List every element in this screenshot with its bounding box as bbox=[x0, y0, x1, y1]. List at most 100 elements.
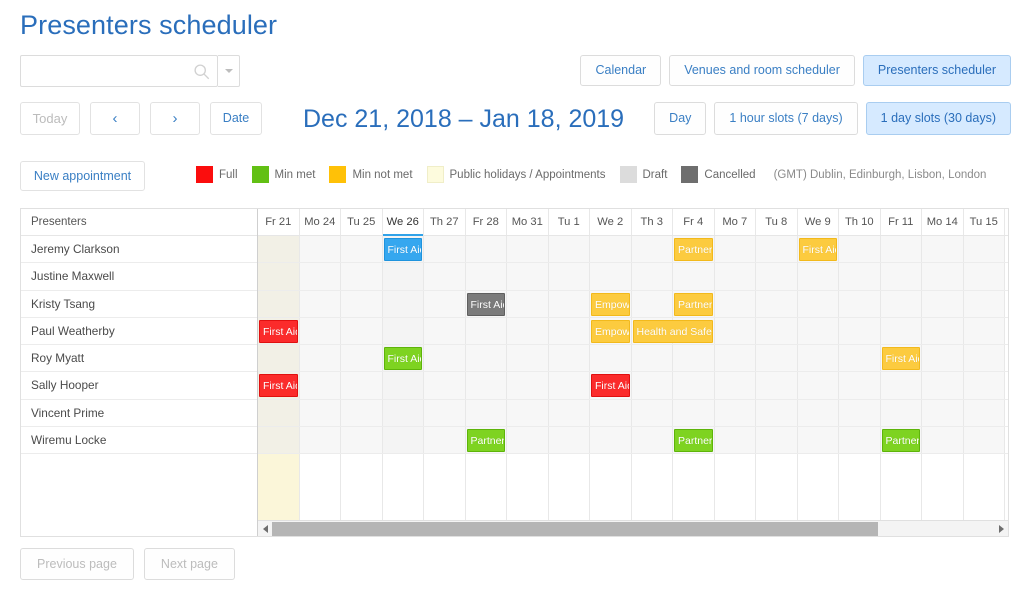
schedule-cell[interactable] bbox=[299, 290, 341, 317]
schedule-cell[interactable] bbox=[839, 427, 881, 454]
schedule-cell[interactable] bbox=[299, 263, 341, 290]
schedule-cell[interactable] bbox=[880, 399, 922, 427]
schedule-cell[interactable] bbox=[548, 236, 590, 263]
schedule-cell[interactable] bbox=[673, 345, 715, 372]
schedule-cell[interactable] bbox=[922, 236, 964, 263]
scrollbar-thumb[interactable] bbox=[272, 521, 879, 536]
appointment-block[interactable]: Partner bbox=[466, 429, 505, 453]
schedule-cell[interactable] bbox=[797, 372, 839, 399]
schedule-cell[interactable] bbox=[382, 372, 424, 399]
schedule-cell[interactable] bbox=[756, 427, 798, 454]
schedule-cell[interactable] bbox=[756, 372, 798, 399]
day-header-fr-28[interactable]: Fr 28 bbox=[466, 209, 507, 235]
schedule-cell[interactable] bbox=[590, 345, 632, 372]
schedule-cell[interactable] bbox=[797, 290, 839, 317]
schedule-cell[interactable] bbox=[548, 290, 590, 317]
schedule-cell[interactable] bbox=[963, 427, 1005, 454]
schedule-cell[interactable] bbox=[424, 372, 466, 399]
schedule-cell[interactable] bbox=[341, 427, 383, 454]
schedule-cell[interactable] bbox=[507, 399, 549, 427]
schedule-cell[interactable] bbox=[839, 290, 881, 317]
schedule-cell[interactable] bbox=[880, 263, 922, 290]
schedule-cell[interactable] bbox=[756, 236, 798, 263]
schedule-cell[interactable] bbox=[756, 263, 798, 290]
schedule-cell[interactable] bbox=[341, 263, 383, 290]
appointment-block[interactable]: Partner bbox=[881, 429, 920, 453]
schedule-cell[interactable] bbox=[922, 263, 964, 290]
schedule-cell[interactable] bbox=[258, 399, 300, 427]
day-header-fr-4[interactable]: Fr 4 bbox=[673, 209, 715, 235]
appointment-block[interactable]: Health and Safety bbox=[632, 319, 713, 343]
schedule-cell[interactable] bbox=[424, 290, 466, 317]
schedule-cell[interactable] bbox=[258, 290, 300, 317]
schedule-cell[interactable] bbox=[507, 427, 549, 454]
schedule-cell[interactable] bbox=[465, 317, 507, 345]
schedule-cell-empty[interactable] bbox=[714, 454, 756, 520]
schedule-cell[interactable] bbox=[590, 399, 632, 427]
schedule-cell[interactable] bbox=[382, 290, 424, 317]
schedule-cell[interactable] bbox=[382, 427, 424, 454]
schedule-cell[interactable] bbox=[797, 345, 839, 372]
search-dropdown-button[interactable] bbox=[218, 55, 240, 87]
schedule-cell[interactable] bbox=[424, 317, 466, 345]
schedule-cell[interactable] bbox=[341, 345, 383, 372]
schedule-cell[interactable] bbox=[465, 399, 507, 427]
appointment-block[interactable]: Partner bbox=[674, 429, 713, 453]
schedule-cell[interactable] bbox=[548, 345, 590, 372]
appointment-block[interactable]: First Aid bbox=[591, 374, 630, 398]
schedule-cell[interactable] bbox=[880, 236, 922, 263]
schedule-cell[interactable] bbox=[424, 345, 466, 372]
schedule-cell[interactable] bbox=[797, 263, 839, 290]
schedule-cell[interactable] bbox=[465, 236, 507, 263]
presenter-name[interactable]: Roy Myatt bbox=[21, 345, 257, 373]
schedule-cell[interactable] bbox=[507, 290, 549, 317]
schedule-cell[interactable] bbox=[839, 236, 881, 263]
schedule-cell-empty[interactable] bbox=[299, 454, 341, 520]
schedule-cell[interactable] bbox=[548, 263, 590, 290]
schedule-cell[interactable] bbox=[714, 372, 756, 399]
day-header-we-26[interactable]: We 26 bbox=[382, 209, 424, 236]
schedule-cell[interactable] bbox=[548, 399, 590, 427]
tab-presenters-scheduler[interactable]: Presenters scheduler bbox=[862, 55, 1011, 86]
schedule-cell[interactable] bbox=[839, 317, 881, 345]
schedule-cell[interactable] bbox=[963, 372, 1005, 399]
schedule-cell[interactable] bbox=[839, 263, 881, 290]
schedule-cell[interactable] bbox=[631, 345, 673, 372]
today-button[interactable]: Today bbox=[20, 102, 80, 135]
schedule-cell[interactable] bbox=[382, 317, 424, 345]
schedule-cell[interactable] bbox=[548, 372, 590, 399]
appointment-block[interactable]: First Aid bbox=[259, 374, 298, 398]
appointment-block[interactable]: First Aid bbox=[383, 238, 422, 261]
appointment-block[interactable]: First Aid bbox=[881, 347, 920, 371]
schedule-cell[interactable] bbox=[631, 290, 673, 317]
schedule-cell[interactable] bbox=[714, 236, 756, 263]
appointment-block[interactable]: First Aid bbox=[259, 319, 298, 343]
presenter-name[interactable]: Paul Weatherby bbox=[21, 317, 257, 346]
schedule-cell[interactable] bbox=[507, 317, 549, 345]
day-header-th-10[interactable]: Th 10 bbox=[839, 209, 881, 235]
day-header-we-2[interactable]: We 2 bbox=[590, 209, 632, 235]
schedule-cell[interactable] bbox=[424, 399, 466, 427]
schedule-cell[interactable] bbox=[756, 317, 798, 345]
schedule-cell[interactable] bbox=[631, 263, 673, 290]
schedule-cell[interactable] bbox=[258, 263, 300, 290]
schedule-cell-empty[interactable] bbox=[839, 454, 881, 520]
schedule-cell[interactable] bbox=[341, 317, 383, 345]
presenter-name[interactable]: Kristy Tsang bbox=[21, 290, 257, 318]
schedule-cell[interactable] bbox=[963, 317, 1005, 345]
presenter-name[interactable]: Justine Maxwell bbox=[21, 263, 257, 291]
schedule-cell[interactable] bbox=[341, 399, 383, 427]
day-header-mo-14[interactable]: Mo 14 bbox=[922, 209, 964, 235]
schedule-cell[interactable] bbox=[548, 317, 590, 345]
day-header-mo-31[interactable]: Mo 31 bbox=[507, 209, 549, 235]
appointment-block[interactable]: Empowerment bbox=[591, 292, 630, 316]
schedule-cell[interactable] bbox=[922, 427, 964, 454]
tab-1-hour-slots[interactable]: 1 hour slots (7 days) bbox=[714, 102, 858, 135]
schedule-cell[interactable] bbox=[507, 263, 549, 290]
schedule-cell[interactable] bbox=[258, 345, 300, 372]
schedule-cell[interactable] bbox=[507, 236, 549, 263]
schedule-cell[interactable] bbox=[714, 263, 756, 290]
day-header-fr-11[interactable]: Fr 11 bbox=[881, 209, 922, 235]
tab-day[interactable]: Day bbox=[654, 102, 707, 135]
appointment-block[interactable]: First Aid bbox=[798, 238, 837, 261]
